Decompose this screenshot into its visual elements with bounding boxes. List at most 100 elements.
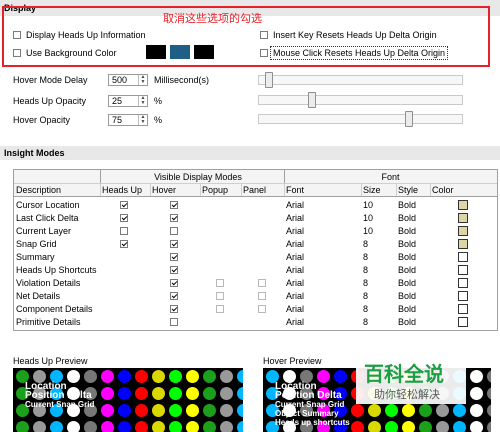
headsup-checkbox[interactable]	[120, 201, 128, 209]
slider-thumb[interactable]	[265, 72, 273, 88]
column-header-hover[interactable]: Hover	[152, 184, 176, 196]
slider-thumb[interactable]	[308, 92, 316, 108]
preview-dot	[135, 404, 148, 417]
hover-opacity-slider[interactable]	[258, 111, 463, 127]
table-row[interactable]: Heads Up Shortcuts Arial 8 Bold	[14, 264, 497, 277]
row-color-swatch[interactable]	[458, 278, 468, 288]
column-header-heads-up[interactable]: Heads Up	[102, 184, 142, 196]
insight-modes-table: Visible Display Modes Font Description He…	[13, 169, 498, 331]
preview-text-line: Current Snap Grid	[275, 400, 345, 409]
row-style: Bold	[398, 226, 417, 236]
hover-checkbox[interactable]	[170, 201, 178, 209]
heads-up-opacity-label: Heads Up Opacity	[13, 96, 87, 106]
insight-header-band	[0, 146, 500, 160]
preview-dot	[84, 370, 97, 383]
hover-checkbox[interactable]	[170, 279, 178, 287]
row-color-swatch[interactable]	[458, 213, 468, 223]
hover-opacity-spinner[interactable]: 75 ▲ ▼	[108, 114, 148, 126]
background-color-swatch-1[interactable]	[146, 45, 166, 59]
panel-checkbox[interactable]	[258, 305, 266, 313]
background-color-swatch-2[interactable]	[170, 45, 190, 59]
row-font: Arial	[286, 278, 305, 288]
headsup-checkbox[interactable]	[120, 227, 128, 235]
preview-dot	[135, 370, 148, 383]
preview-dot	[203, 370, 216, 383]
popup-checkbox[interactable]	[216, 305, 224, 313]
table-row[interactable]: Summary Arial 8 Bold	[14, 251, 497, 264]
preview-dot	[135, 421, 148, 432]
preview-dot	[186, 370, 199, 383]
spinner-arrows-icon[interactable]: ▲ ▼	[138, 115, 147, 125]
table-row[interactable]: Last Click Delta Arial 10 Bold	[14, 212, 497, 225]
table-row[interactable]: Snap Grid Arial 8 Bold	[14, 238, 497, 251]
heads-up-opacity-slider[interactable]	[258, 92, 463, 108]
column-header-description[interactable]: Description	[16, 184, 61, 196]
use-background-checkbox[interactable]	[13, 49, 21, 57]
preview-dot	[186, 404, 199, 417]
preview-dot	[351, 404, 364, 417]
hover-mode-delay-value: 500	[112, 75, 128, 85]
hover-mode-delay-slider[interactable]	[258, 72, 463, 88]
row-description: Heads Up Shortcuts	[16, 265, 97, 275]
table-row[interactable]: Component Details Arial 8 Bold	[14, 303, 497, 316]
row-color-swatch[interactable]	[458, 265, 468, 275]
insert-key-checkbox[interactable]	[260, 31, 268, 39]
preview-text-line: Position Delta	[25, 390, 92, 401]
heads-up-opacity-value: 25	[112, 96, 123, 106]
heads-up-opacity-spinner[interactable]: 25 ▲ ▼	[108, 95, 148, 107]
table-row[interactable]: Violation Details Arial 8 Bold	[14, 277, 497, 290]
column-header-popup[interactable]: Popup	[202, 184, 228, 196]
hover-mode-delay-spinner[interactable]: 500 ▲ ▼	[108, 74, 148, 86]
row-color-swatch[interactable]	[458, 291, 468, 301]
row-color-swatch[interactable]	[458, 239, 468, 249]
heads-up-preview-title: Heads Up Preview	[13, 356, 88, 366]
column-header-size[interactable]: Size	[363, 184, 381, 196]
spinner-arrows-icon[interactable]: ▲ ▼	[138, 75, 147, 85]
row-color-swatch[interactable]	[458, 304, 468, 314]
panel-checkbox[interactable]	[258, 292, 266, 300]
row-color-swatch[interactable]	[458, 317, 468, 327]
preview-dot	[152, 421, 165, 432]
slider-thumb[interactable]	[405, 111, 413, 127]
column-header-font[interactable]: Font	[286, 184, 304, 196]
headsup-checkbox[interactable]	[120, 214, 128, 222]
table-row[interactable]: Current Layer Arial 10 Bold	[14, 225, 497, 238]
row-color-swatch[interactable]	[458, 252, 468, 262]
use-background-label: Use Background Color	[26, 48, 117, 58]
display-heads-up-checkbox[interactable]	[13, 31, 21, 39]
row-description: Primitive Details	[16, 317, 81, 327]
preview-dot	[220, 404, 233, 417]
row-color-swatch[interactable]	[458, 200, 468, 210]
headsup-checkbox[interactable]	[120, 240, 128, 248]
hover-checkbox[interactable]	[170, 292, 178, 300]
hover-checkbox[interactable]	[170, 305, 178, 313]
hover-checkbox[interactable]	[170, 253, 178, 261]
hover-checkbox[interactable]	[170, 240, 178, 248]
insight-section-title: Insight Modes	[4, 148, 65, 158]
display-heads-up-label: Display Heads Up Information	[26, 30, 146, 40]
table-row[interactable]: Cursor Location Arial 10 Bold	[14, 199, 497, 212]
mouse-click-label: Mouse Click Resets Heads Up Delta Origin	[270, 46, 449, 60]
row-color-swatch[interactable]	[458, 226, 468, 236]
hover-checkbox[interactable]	[170, 318, 178, 326]
preview-dot	[118, 387, 131, 400]
mouse-click-checkbox[interactable]	[260, 49, 268, 57]
table-row[interactable]: Primitive Details Arial 8 Bold	[14, 316, 497, 329]
hover-checkbox[interactable]	[170, 227, 178, 235]
hover-checkbox[interactable]	[170, 214, 178, 222]
popup-checkbox[interactable]	[216, 279, 224, 287]
spinner-arrows-icon[interactable]: ▲ ▼	[138, 96, 147, 106]
font-group-header: Font	[381, 172, 400, 182]
table-row[interactable]: Net Details Arial 8 Bold	[14, 290, 497, 303]
column-header-style[interactable]: Style	[398, 184, 418, 196]
popup-checkbox[interactable]	[216, 292, 224, 300]
row-font: Arial	[286, 265, 305, 275]
column-header-panel[interactable]: Panel	[243, 184, 266, 196]
background-color-swatch-3[interactable]	[194, 45, 214, 59]
preview-dot	[67, 370, 80, 383]
hover-checkbox[interactable]	[170, 266, 178, 274]
preview-text-line: Heads up shortcuts	[275, 418, 350, 427]
preview-dot	[351, 421, 364, 432]
panel-checkbox[interactable]	[258, 279, 266, 287]
column-header-color[interactable]: Color	[432, 184, 454, 196]
